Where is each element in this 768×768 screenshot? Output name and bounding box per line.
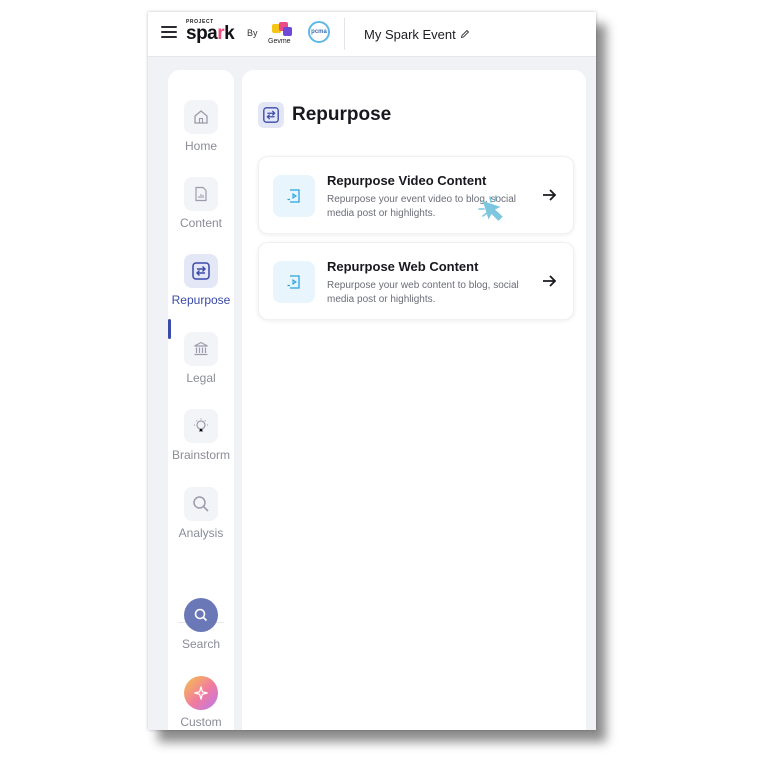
hamburger-menu-icon[interactable] — [161, 26, 177, 40]
sidebar-item-analysis[interactable]: Analysis — [168, 487, 234, 540]
sparkle-icon — [184, 676, 218, 710]
home-icon — [184, 100, 218, 134]
repurpose-arrows-icon — [184, 254, 218, 288]
sidebar-item-label: Brainstorm — [171, 448, 230, 462]
by-label: By — [247, 28, 258, 38]
sidebar-item-label: Analysis — [178, 526, 224, 540]
gevme-logo: Gevme — [268, 22, 298, 48]
app-window: PROJECT spark By Gevme pcma My Spark Eve… — [148, 12, 596, 730]
card-description: Repurpose your web content to blog, soci… — [327, 280, 519, 305]
card-title: Repurpose Video Content — [327, 173, 487, 188]
repurpose-web-card[interactable]: Repurpose Web Content Repurpose your web… — [258, 242, 574, 320]
sidebar-item-repurpose[interactable]: Repurpose — [168, 254, 234, 307]
web-import-icon — [273, 261, 315, 303]
sidebar: Home Content Repurpose Legal Brainstorm — [168, 70, 234, 730]
sidebar-item-brainstorm[interactable]: Brainstorm — [168, 409, 234, 462]
pencil-icon[interactable] — [460, 29, 470, 39]
lightbulb-icon — [184, 409, 218, 443]
sidebar-item-content[interactable]: Content — [168, 177, 234, 230]
search-icon — [184, 598, 218, 632]
sidebar-item-label: Search — [181, 637, 221, 651]
bank-icon — [184, 332, 218, 366]
gevme-label: Gevme — [268, 38, 291, 45]
sidebar-item-label: Repurpose — [171, 293, 231, 307]
sidebar-item-legal[interactable]: Legal — [168, 332, 234, 385]
sidebar-tool-custom-task[interactable]: Custom task — [168, 676, 234, 730]
pcma-label: pcma — [311, 29, 327, 35]
sidebar-item-home[interactable]: Home — [168, 100, 234, 153]
event-title[interactable]: My Spark Event — [364, 27, 456, 42]
logo-word: spark — [186, 23, 235, 44]
page-title: Repurpose — [292, 104, 392, 125]
repurpose-header-icon — [258, 102, 284, 128]
sidebar-item-label: Custom task — [180, 715, 222, 730]
magnifier-icon — [184, 487, 218, 521]
sidebar-tool-search[interactable]: Search — [168, 598, 234, 651]
sidebar-item-label: Legal — [186, 371, 216, 385]
sidebar-item-label: Home — [184, 139, 217, 153]
header-divider — [344, 18, 345, 50]
spark-logo[interactable]: PROJECT spark — [186, 19, 235, 44]
sidebar-item-label: Content — [179, 216, 223, 230]
card-title: Repurpose Web Content — [327, 259, 479, 274]
document-chart-icon — [184, 177, 218, 211]
video-import-icon — [273, 175, 315, 217]
top-bar: PROJECT spark By Gevme pcma My Spark Eve… — [148, 12, 596, 57]
main-panel: Repurpose Repurpose Video Content Repurp… — [242, 70, 586, 730]
click-pointer-icon — [478, 195, 503, 221]
pcma-logo: pcma — [308, 21, 330, 43]
arrow-right-icon[interactable] — [541, 273, 557, 289]
